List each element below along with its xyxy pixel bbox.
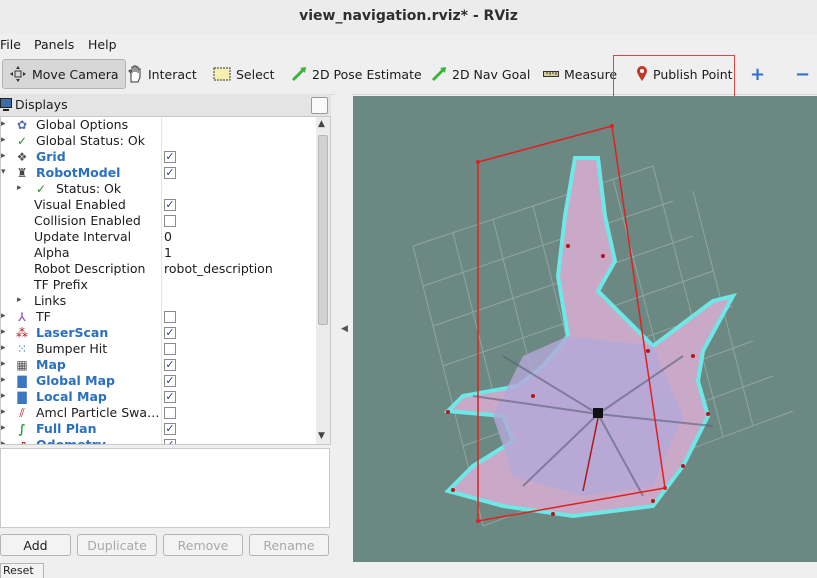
visibility-checkbox[interactable]: ✓ — [164, 375, 176, 387]
tool-interact[interactable]: Interact — [127, 60, 197, 88]
scroll-thumb[interactable] — [318, 135, 328, 325]
tree-row-grid[interactable]: ▸ ❖ Grid ✓ — [1, 149, 317, 165]
folder-icon: ▇ — [17, 390, 27, 404]
tf-icon: ⅄ — [18, 310, 26, 324]
tool-label: Move Camera — [32, 66, 119, 82]
description-box — [0, 448, 330, 528]
arrows-icon: ⫽ — [19, 406, 25, 420]
map-scene — [412, 124, 794, 527]
dots-icon: ⁙ — [16, 342, 28, 356]
render-viewport[interactable] — [353, 96, 817, 562]
property-value[interactable]: 0 — [164, 229, 172, 245]
tree-row-global-options[interactable]: ▸ ✿ Global Options — [1, 117, 317, 133]
tree-scrollbar[interactable]: ▲ ▼ — [316, 116, 331, 445]
tree-row-full-plan[interactable]: ▸ ∫ Full Plan ✓ — [1, 421, 317, 437]
displays-panel: Displays ▸ ✿ Global Options ▸ ✓ Global S… — [0, 94, 331, 562]
path-icon: ∫ — [18, 422, 26, 436]
laser-icon: ⁂ — [16, 326, 28, 340]
tool-label: 2D Nav Goal — [452, 66, 531, 82]
gear-icon: ✿ — [16, 118, 28, 132]
tool-label: 2D Pose Estimate — [312, 66, 422, 82]
menu-file[interactable]: File — [0, 37, 21, 52]
menu-bar: File Panels Help — [0, 34, 817, 54]
visibility-checkbox[interactable] — [164, 343, 176, 355]
displays-header: Displays — [0, 94, 331, 116]
check-icon: ✓ — [35, 182, 47, 196]
remove-tool-button[interactable]: − — [795, 60, 810, 88]
add-tool-button[interactable]: + — [750, 60, 765, 88]
visibility-checkbox[interactable] — [164, 407, 176, 419]
tool-label: Interact — [148, 66, 197, 82]
folder-icon: ▇ — [17, 374, 27, 388]
tree-row-tf[interactable]: ▸ ⅄ TF — [1, 309, 317, 325]
tree-row-alpha[interactable]: Alpha 1 — [1, 245, 317, 261]
visibility-checkbox[interactable]: ✓ — [164, 151, 176, 163]
odom-icon: ⇗ — [16, 438, 28, 445]
tree-row-collision-enabled[interactable]: Collision Enabled — [1, 213, 317, 229]
displays-title: Displays — [15, 97, 68, 112]
tree-row-laserscan[interactable]: ▸ ⁂ LaserScan ✓ — [1, 325, 317, 341]
property-checkbox[interactable] — [164, 215, 176, 227]
move-camera-icon — [10, 66, 26, 82]
visibility-checkbox[interactable]: ✓ — [164, 167, 176, 179]
visibility-checkbox[interactable]: ✓ — [164, 423, 176, 435]
visibility-checkbox[interactable]: ✓ — [164, 439, 176, 444]
reset-tab[interactable]: Reset — [0, 563, 44, 578]
check-icon: ✓ — [16, 134, 28, 148]
tree-row-bumper-hit[interactable]: ▸ ⁙ Bumper Hit — [1, 341, 317, 357]
menu-help[interactable]: Help — [88, 37, 117, 52]
visibility-checkbox[interactable]: ✓ — [164, 391, 176, 403]
property-value[interactable]: 1 — [164, 245, 172, 261]
property-checkbox[interactable]: ✓ — [164, 199, 176, 211]
hand-icon — [128, 65, 141, 83]
displays-tree: ▸ ✿ Global Options ▸ ✓ Global Status: Ok… — [0, 116, 318, 445]
tree-row-status[interactable]: ▸ ✓ Status: Ok — [1, 181, 317, 197]
remove-button[interactable]: Remove — [163, 534, 243, 556]
panel-close-button[interactable] — [311, 97, 328, 114]
tree-row-robotmodel[interactable]: ▾ ♜ RobotModel ✓ — [1, 165, 317, 181]
grid-icon: ❖ — [16, 150, 28, 164]
green-arrow-icon — [291, 67, 306, 82]
publish-point-highlight — [613, 55, 735, 97]
title-bar: view_navigation.rviz* - RViz — [0, 0, 817, 34]
collapse-left-icon[interactable]: ◀ — [341, 324, 348, 334]
monitor-icon — [0, 98, 12, 111]
map-icon: ▦ — [16, 358, 28, 372]
duplicate-button[interactable]: Duplicate — [77, 534, 157, 556]
tool-2d-nav-goal[interactable]: 2D Nav Goal — [431, 60, 530, 88]
tree-row-robot-description[interactable]: Robot Description robot_description — [1, 261, 317, 277]
tree-row-odometry[interactable]: ▸ ⇗ Odometry ✓ — [1, 437, 317, 445]
tree-row-tf-prefix[interactable]: TF Prefix — [1, 277, 317, 293]
add-button[interactable]: Add — [0, 534, 71, 556]
tool-move-camera[interactable]: Move Camera — [2, 59, 126, 89]
visibility-checkbox[interactable]: ✓ — [164, 359, 176, 371]
rename-button[interactable]: Rename — [249, 534, 329, 556]
menu-panels[interactable]: Panels — [34, 37, 74, 52]
robot-icon: ♜ — [16, 166, 28, 180]
tree-row-map[interactable]: ▸ ▦ Map ✓ — [1, 357, 317, 373]
panel-splitter[interactable]: ◀ — [335, 94, 352, 562]
green-arrow-icon — [431, 67, 446, 82]
scroll-up-icon[interactable]: ▲ — [318, 119, 325, 129]
tree-row-global-status[interactable]: ▸ ✓ Global Status: Ok — [1, 133, 317, 149]
select-icon — [213, 67, 231, 81]
tree-row-amcl-particle-swarm[interactable]: ▸ ⫽ Amcl Particle Swa… — [1, 405, 317, 421]
tool-label: Select — [236, 66, 275, 82]
tree-row-global-map[interactable]: ▸ ▇ Global Map ✓ — [1, 373, 317, 389]
tool-measure[interactable]: Measure — [543, 60, 617, 88]
visibility-checkbox[interactable] — [164, 311, 176, 323]
tool-label: Measure — [564, 66, 618, 82]
tree-row-local-map[interactable]: ▸ ▇ Local Map ✓ — [1, 389, 317, 405]
tool-2d-pose-estimate[interactable]: 2D Pose Estimate — [291, 60, 422, 88]
property-value[interactable]: robot_description — [164, 261, 273, 277]
tree-row-visual-enabled[interactable]: Visual Enabled ✓ — [1, 197, 317, 213]
tool-select[interactable]: Select — [213, 60, 275, 88]
window-title: view_navigation.rviz* - RViz — [299, 8, 518, 24]
tree-row-links[interactable]: ▸ Links — [1, 293, 317, 309]
visibility-checkbox[interactable]: ✓ — [164, 327, 176, 339]
tree-row-update-interval[interactable]: Update Interval 0 — [1, 229, 317, 245]
ruler-icon — [543, 71, 559, 77]
robot-marker — [593, 408, 603, 418]
scroll-down-icon[interactable]: ▼ — [318, 431, 325, 441]
